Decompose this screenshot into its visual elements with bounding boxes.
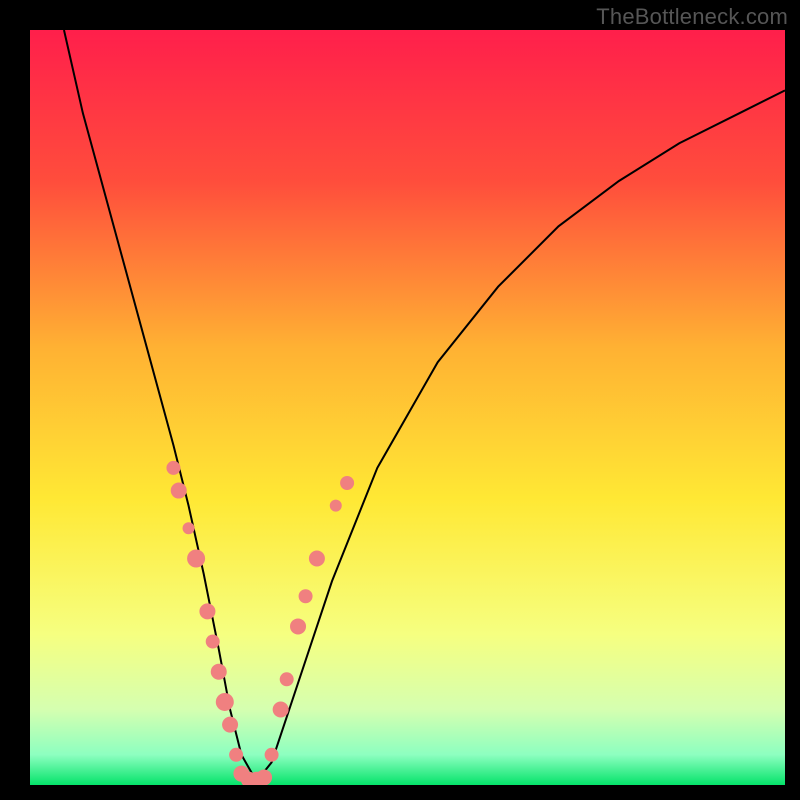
background-gradient (30, 30, 785, 785)
watermark-text: TheBottleneck.com (596, 4, 788, 30)
plot-area (30, 30, 785, 785)
chart-frame: TheBottleneck.com (0, 0, 800, 800)
